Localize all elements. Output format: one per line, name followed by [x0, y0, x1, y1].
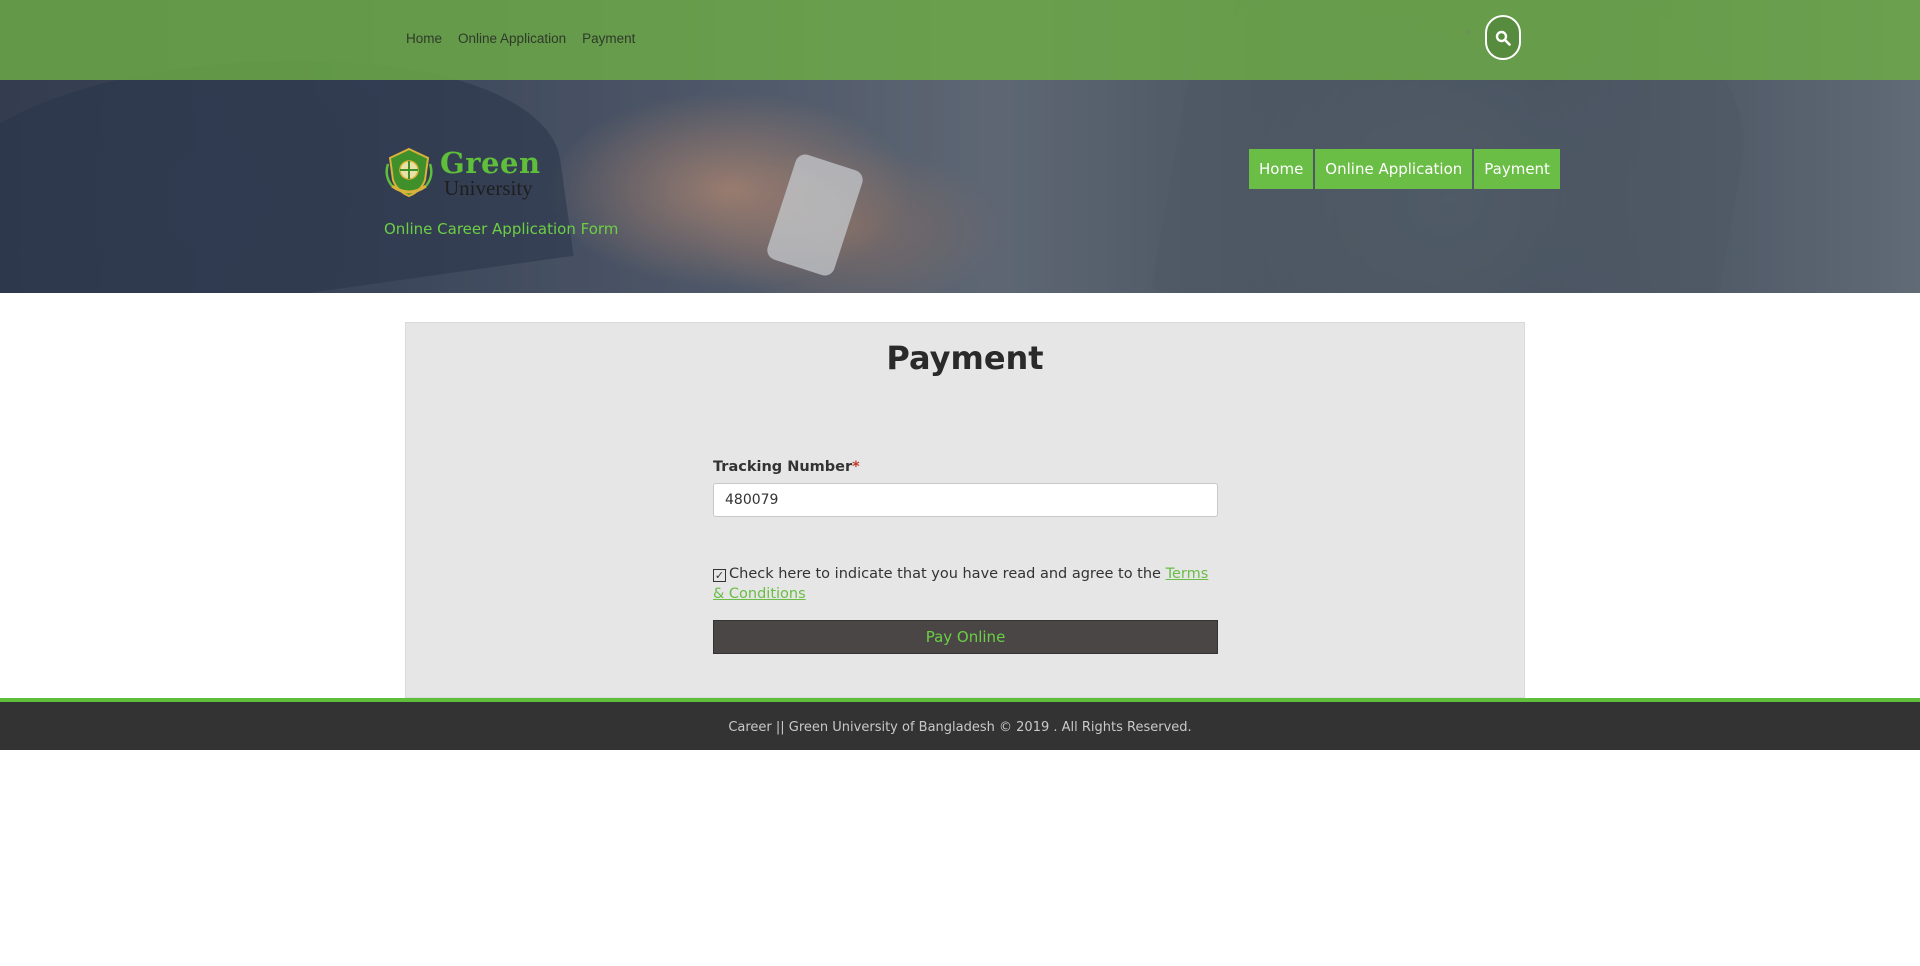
user-icon[interactable]: ⚬: [1462, 27, 1476, 41]
search-button[interactable]: [1485, 15, 1521, 60]
university-logo[interactable]: Green University: [384, 144, 544, 200]
checkbox-checked-icon[interactable]: ✓: [713, 569, 726, 582]
page-title: Payment: [886, 339, 1044, 377]
tracking-number-input[interactable]: [713, 483, 1218, 517]
tracking-number-label: Tracking Number*: [713, 459, 860, 475]
top-nav-home[interactable]: Home: [406, 31, 442, 46]
required-mark: *: [852, 459, 860, 475]
top-nav-online-application[interactable]: Online Application: [458, 31, 566, 46]
search-icon: [1495, 30, 1511, 46]
top-nav: Home Online Application Payment: [406, 31, 635, 46]
site-tagline: Online Career Application Form: [384, 220, 619, 238]
footer: Career || Green University of Bangladesh…: [0, 698, 1920, 750]
pay-online-button[interactable]: Pay Online: [713, 620, 1218, 654]
logo-wordmark-university: University: [444, 176, 533, 200]
footer-copyright: Career || Green University of Bangladesh…: [728, 720, 1192, 735]
main-nav: Home Online Application Payment: [1249, 149, 1560, 189]
tracking-number-label-text: Tracking Number: [713, 459, 853, 475]
university-crest-icon: [385, 147, 433, 198]
top-nav-payment[interactable]: Payment: [582, 31, 635, 46]
main-nav-online-application[interactable]: Online Application: [1315, 149, 1473, 189]
payment-card: Payment Tracking Number* ✓Check here to …: [405, 322, 1525, 698]
logo-wordmark-green: Green: [440, 146, 541, 180]
terms-text: Check here to indicate that you have rea…: [729, 566, 1161, 582]
main-nav-payment[interactable]: Payment: [1474, 149, 1560, 189]
main-nav-home[interactable]: Home: [1249, 149, 1314, 189]
terms-agreement: ✓ Check here to indicate that you have re…: [713, 564, 1218, 604]
top-bar: Home Online Application Payment ⚬: [0, 0, 1920, 80]
